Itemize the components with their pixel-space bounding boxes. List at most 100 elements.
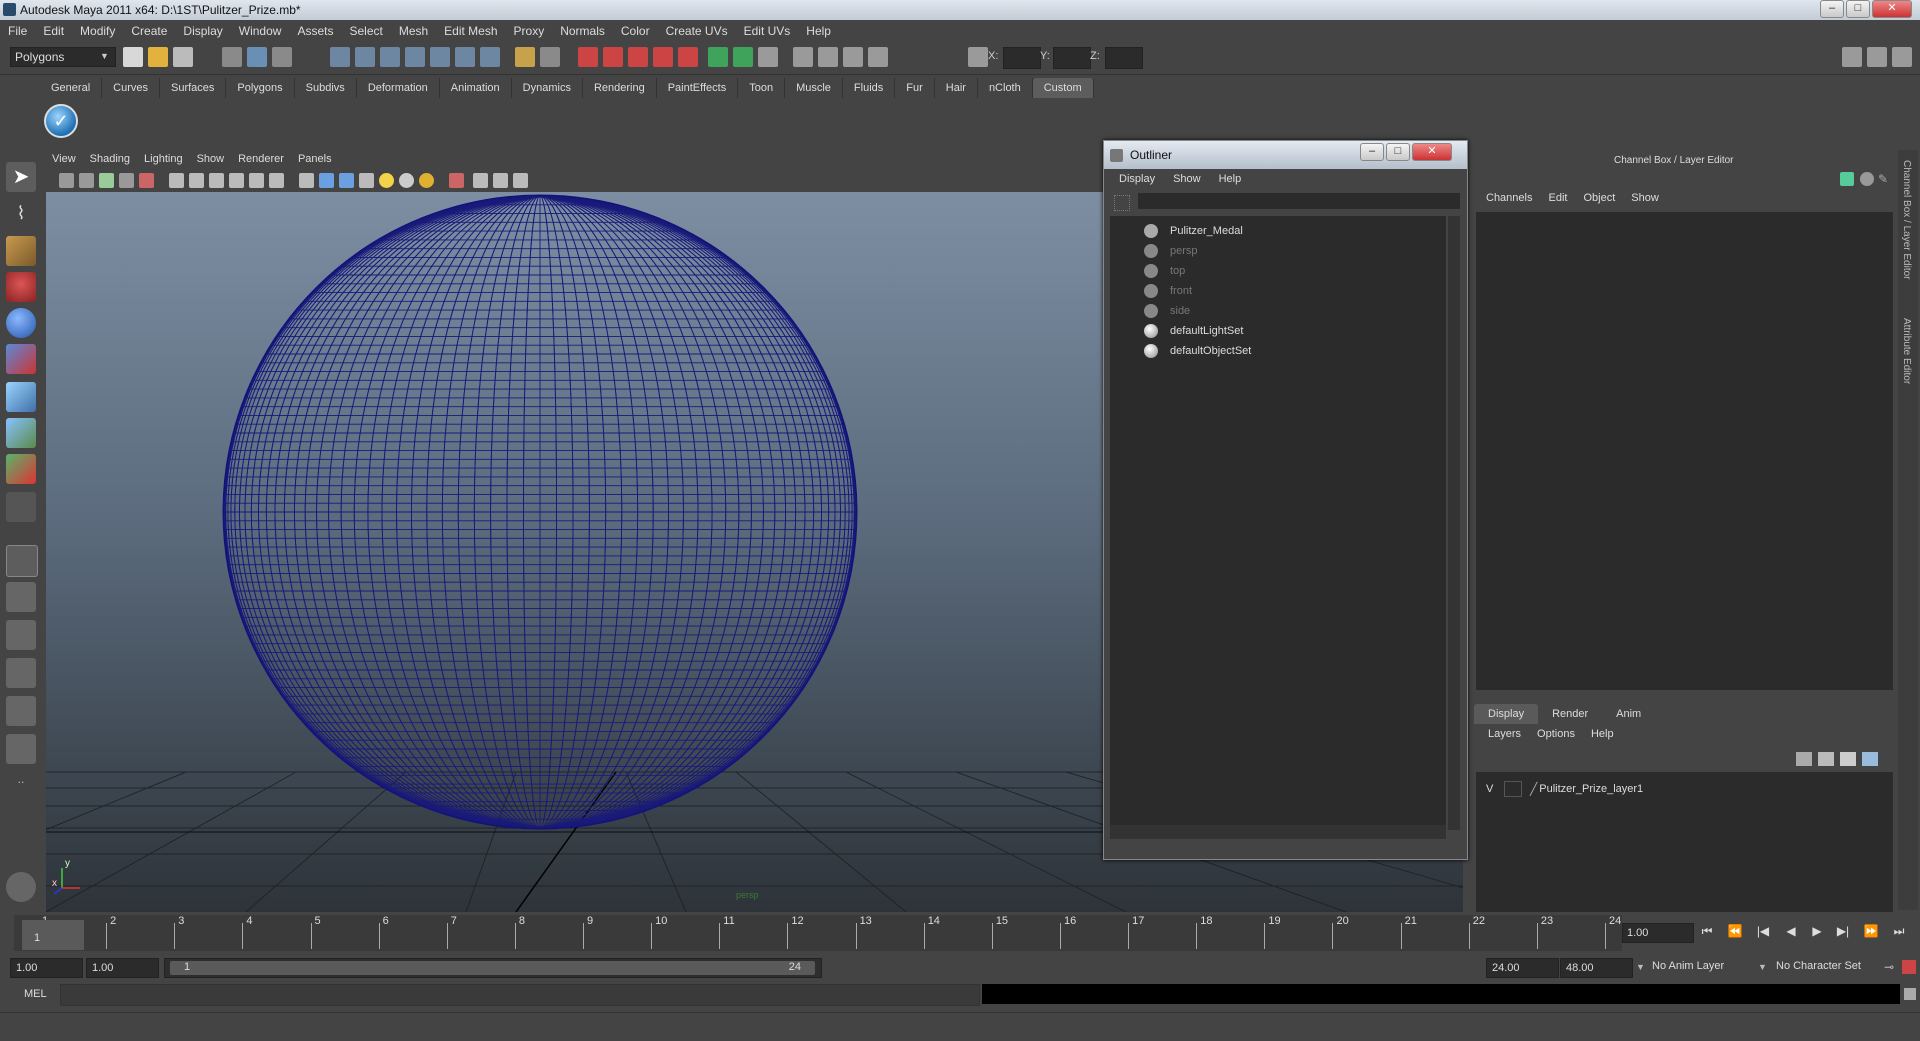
toggle-channel-box-icon[interactable] xyxy=(1842,47,1862,67)
shelf-tab-general[interactable]: General xyxy=(40,78,103,98)
bookmark-icon[interactable] xyxy=(99,173,114,188)
outliner-item[interactable]: defaultLightSet xyxy=(1144,322,1243,340)
dope-sheet-icon[interactable] xyxy=(818,47,838,67)
outliner-item[interactable]: Pulitzer_Medal xyxy=(1144,222,1243,240)
show-manip-icon[interactable] xyxy=(6,454,36,484)
step-forward-key-icon[interactable]: ⏩ xyxy=(1862,924,1880,940)
xray-icon[interactable] xyxy=(473,173,488,188)
mel-label[interactable]: MEL xyxy=(24,988,47,1000)
channel-box-menu-channels[interactable]: Channels xyxy=(1480,192,1542,204)
animation-preferences-icon[interactable] xyxy=(1902,960,1916,974)
outliner-item[interactable]: persp xyxy=(1144,242,1198,260)
xray-joints-icon[interactable] xyxy=(493,173,508,188)
go-to-start-icon[interactable]: ⏮ xyxy=(1698,924,1716,940)
default-lighting-icon[interactable] xyxy=(379,173,394,188)
select-tool-icon[interactable]: ➤ xyxy=(6,162,36,192)
hypergraph-icon[interactable] xyxy=(868,47,888,67)
z-field[interactable] xyxy=(1105,47,1143,69)
output-ops-icon[interactable] xyxy=(540,47,560,67)
outliner-menu-help[interactable]: Help xyxy=(1210,173,1251,185)
menu-proxy[interactable]: Proxy xyxy=(506,20,553,42)
textured-icon[interactable] xyxy=(359,173,374,188)
menu-modify[interactable]: Modify xyxy=(72,20,123,42)
custom-shelf-check-icon[interactable]: ✓ xyxy=(44,104,78,138)
move-layer-up-icon[interactable] xyxy=(1840,752,1856,766)
viewport-menu-lighting[interactable]: Lighting xyxy=(137,150,190,170)
animation-start-field[interactable]: 1.00 xyxy=(10,958,83,978)
xray-components-icon[interactable] xyxy=(513,173,528,188)
grid-toggle-icon[interactable] xyxy=(169,173,184,188)
range-slider[interactable]: 1 24 xyxy=(164,958,822,978)
rotate-tool-icon[interactable] xyxy=(6,308,36,338)
outliner-item[interactable]: top xyxy=(1144,262,1185,280)
panel-layout-icon[interactable] xyxy=(708,47,728,67)
layer-visibility-toggle[interactable]: V xyxy=(1486,783,1504,795)
grease-pencil-icon[interactable] xyxy=(139,173,154,188)
history-icon[interactable] xyxy=(455,47,475,67)
universal-manip-icon[interactable] xyxy=(6,382,36,412)
viewport-menu-view[interactable]: View xyxy=(45,150,83,170)
outliner-item[interactable]: side xyxy=(1144,302,1190,320)
resolution-gate-icon[interactable] xyxy=(209,173,224,188)
persp-graph-hypershade-layout-icon[interactable] xyxy=(6,734,36,764)
outliner-horizontal-scrollbar[interactable] xyxy=(1110,825,1446,839)
toggle-tool-settings-icon[interactable] xyxy=(1892,47,1912,67)
menu-select[interactable]: Select xyxy=(341,20,390,42)
gate-mask-icon[interactable] xyxy=(229,173,244,188)
menu-create[interactable]: Create xyxy=(123,20,175,42)
move-tool-icon[interactable] xyxy=(6,272,36,302)
snap-curve-icon[interactable] xyxy=(355,47,375,67)
outliner-minimize-icon[interactable]: – xyxy=(1360,143,1384,161)
mel-command-input[interactable] xyxy=(60,984,980,1006)
outliner-maximize-icon[interactable]: □ xyxy=(1386,143,1410,161)
layer-tab-render[interactable]: Render xyxy=(1538,704,1602,724)
shelf-tab-custom[interactable]: Custom xyxy=(1032,78,1094,98)
shelf-tab-deformation[interactable]: Deformation xyxy=(357,78,440,98)
shelf-tab-surfaces[interactable]: Surfaces xyxy=(160,78,227,98)
shelf-tab-curves[interactable]: Curves xyxy=(102,78,160,98)
close-icon[interactable]: ✕ xyxy=(1872,0,1912,18)
layer-name[interactable]: Pulitzer_Prize_layer1 xyxy=(1539,783,1643,795)
channel-key-icon[interactable] xyxy=(1840,172,1854,186)
panel-layout-2-icon[interactable] xyxy=(733,47,753,67)
snap-grid-icon[interactable] xyxy=(330,47,350,67)
outliner-vertical-scrollbar[interactable] xyxy=(1448,216,1460,830)
persp-outliner-layout-icon[interactable] xyxy=(6,620,36,650)
step-back-frame-icon[interactable]: |◀ xyxy=(1754,924,1772,940)
go-to-end-icon[interactable]: ⏭ xyxy=(1890,924,1908,940)
channel-box-side-tab[interactable]: Channel Box / Layer Editor xyxy=(1901,160,1912,280)
layer-menu-layers[interactable]: Layers xyxy=(1480,728,1529,740)
shelf-tab-dynamics[interactable]: Dynamics xyxy=(512,78,583,98)
render-settings-icon[interactable] xyxy=(628,47,648,67)
film-gate-icon[interactable] xyxy=(189,173,204,188)
menu-help[interactable]: Help xyxy=(798,20,839,42)
menu-create-uvs[interactable]: Create UVs xyxy=(658,20,736,42)
shelf-tab-subdivs[interactable]: Subdivs xyxy=(295,78,357,98)
wireframe-icon[interactable] xyxy=(299,173,314,188)
shadows-icon[interactable] xyxy=(419,173,434,188)
input-ops-icon[interactable] xyxy=(515,47,535,67)
camera-attributes-icon[interactable] xyxy=(79,173,94,188)
new-layer-selected-icon[interactable] xyxy=(1818,752,1834,766)
ipr-render-icon[interactable] xyxy=(603,47,623,67)
play-forwards-icon[interactable]: ▶ xyxy=(1808,924,1826,940)
playback-start-field[interactable]: 1.00 xyxy=(86,958,159,978)
channel-box-menu-show[interactable]: Show xyxy=(1625,192,1669,204)
step-forward-frame-icon[interactable]: ▶| xyxy=(1834,924,1852,940)
image-plane-icon[interactable] xyxy=(119,173,134,188)
select-hierarchy-icon[interactable] xyxy=(222,47,242,67)
menu-edit[interactable]: Edit xyxy=(35,20,72,42)
hypershade-layout-icon[interactable] xyxy=(6,696,36,726)
y-field[interactable] xyxy=(1053,47,1091,69)
layer-tab-anim[interactable]: Anim xyxy=(1602,704,1655,724)
shelf-tab-hair[interactable]: Hair xyxy=(935,78,978,98)
new-scene-icon[interactable] xyxy=(123,47,143,67)
safe-action-icon[interactable] xyxy=(269,173,284,188)
outliner-menu-display[interactable]: Display xyxy=(1110,173,1164,185)
range-slider-handle[interactable]: 1 24 xyxy=(170,961,815,975)
play-backwards-icon[interactable]: ◀ xyxy=(1782,924,1800,940)
select-component-icon[interactable] xyxy=(272,47,292,67)
channel-box-menu-object[interactable]: Object xyxy=(1577,192,1625,204)
outliner-close-icon[interactable]: ✕ xyxy=(1412,143,1452,161)
current-frame-marker[interactable]: 1 xyxy=(22,920,84,950)
